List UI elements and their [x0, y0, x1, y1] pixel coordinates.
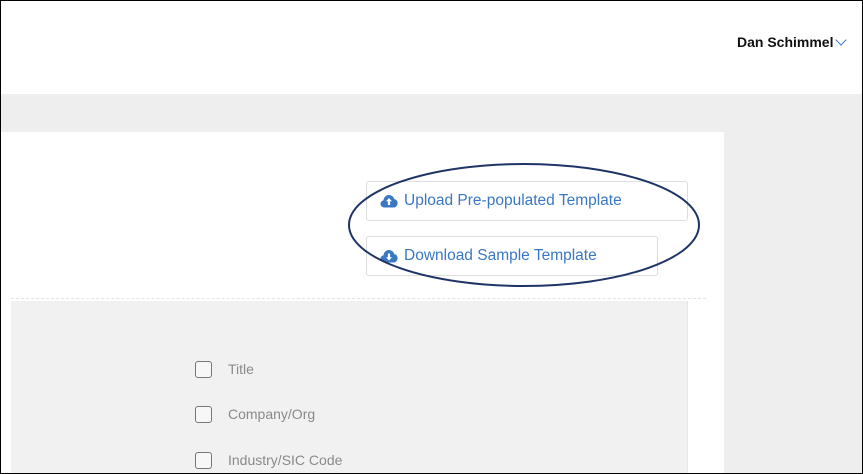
field-option-label: Company/Org	[228, 406, 316, 422]
upload-template-label: Upload Pre-populated Template	[404, 192, 622, 209]
title-checkbox[interactable]	[195, 360, 212, 378]
field-option-label: Industry/SIC Code	[228, 452, 343, 468]
download-sample-label: Download Sample Template	[404, 247, 597, 264]
panel-border	[687, 301, 688, 473]
cloud-upload-icon	[380, 195, 398, 208]
field-option-industry[interactable]: Industry/SIC Code	[195, 450, 342, 470]
industry-checkbox[interactable]	[195, 451, 212, 469]
user-name: Dan Schimmel	[737, 34, 834, 50]
top-bar: Dan Schimmel	[1, 1, 862, 94]
company-checkbox[interactable]	[195, 405, 212, 423]
field-options-panel	[11, 301, 687, 473]
app-frame: Dan Schimmel Upload Pre-populated Templa…	[0, 0, 863, 474]
chevron-down-icon	[835, 34, 848, 46]
field-option-label: Title	[228, 361, 254, 377]
user-menu[interactable]: Dan Schimmel	[737, 34, 848, 50]
field-option-company[interactable]: Company/Org	[195, 404, 315, 424]
section-divider	[11, 298, 706, 299]
upload-template-button[interactable]: Upload Pre-populated Template	[366, 181, 688, 221]
cloud-download-icon	[380, 250, 398, 263]
download-sample-button[interactable]: Download Sample Template	[366, 236, 658, 276]
field-option-title[interactable]: Title	[195, 359, 254, 379]
